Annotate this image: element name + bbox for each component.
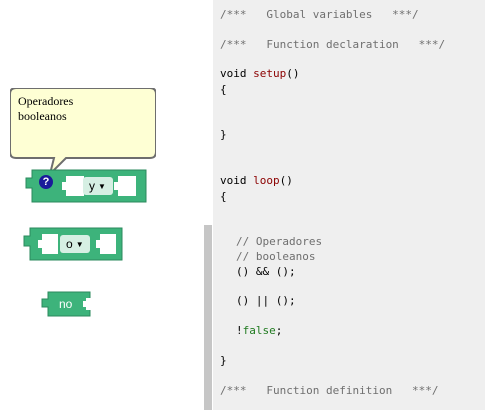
code-function-loop: loop (253, 174, 280, 187)
code-or-expression: () || (); (236, 294, 296, 307)
blocks-workspace[interactable]: Operadores booleanos ? y ▼ o ▼ no (0, 0, 203, 410)
tooltip-line-1: Operadores (18, 94, 74, 108)
logic-not-block[interactable]: no (41, 291, 92, 317)
code-literal-false: false (242, 324, 276, 337)
code-parens: () (279, 174, 293, 187)
or-operator-value: o (66, 237, 73, 251)
logic-or-block[interactable]: o ▼ (23, 227, 124, 261)
code-keyword-void: void (220, 174, 247, 187)
code-semicolon: ; (275, 324, 283, 337)
logic-and-block[interactable]: ? y ▼ (24, 169, 148, 203)
code-brace-open-setup: { (220, 83, 227, 96)
code-brace-close-loop: } (220, 354, 227, 367)
code-function-setup: setup (253, 67, 287, 80)
code-comment-booleanos: // booleanos (236, 250, 316, 263)
code-comment-operadores: // Operadores (236, 235, 323, 248)
tooltip-line-2: booleanos (18, 109, 67, 123)
code-comment-global-vars: /*** Global variables ***/ (220, 8, 419, 21)
not-block-label: no (59, 297, 73, 311)
tooltip-text: Operadores booleanos (18, 94, 148, 124)
code-brace-close-setup: } (220, 128, 227, 141)
code-preview-pane: /*** Global variables ***/ /*** Function… (213, 0, 485, 410)
tooltip-bubble: Operadores booleanos (10, 88, 156, 178)
dropdown-arrow-icon: ▼ (75, 240, 84, 249)
code-not-bang: ! (236, 324, 243, 337)
code-line-setup: void setup() (220, 67, 300, 81)
code-brace-open-loop: { (220, 190, 227, 203)
code-line-loop: void loop() (220, 174, 293, 188)
code-comment-function-declaration: /*** Function declaration ***/ (220, 38, 446, 51)
and-operator-value: y (89, 179, 95, 193)
code-and-expression: () && (); (236, 265, 296, 278)
code-keyword-void: void (220, 67, 247, 80)
or-operator-dropdown[interactable]: o ▼ (60, 235, 90, 253)
code-comment-function-definition: /*** Function definition ***/ (220, 384, 439, 397)
and-operator-dropdown[interactable]: y ▼ (83, 177, 113, 195)
code-parens: () (286, 67, 300, 80)
help-icon[interactable]: ? (39, 175, 53, 189)
code-not-expression: !false; (236, 324, 282, 338)
workspace-scrollbar[interactable] (204, 225, 212, 410)
dropdown-arrow-icon: ▼ (98, 182, 106, 191)
